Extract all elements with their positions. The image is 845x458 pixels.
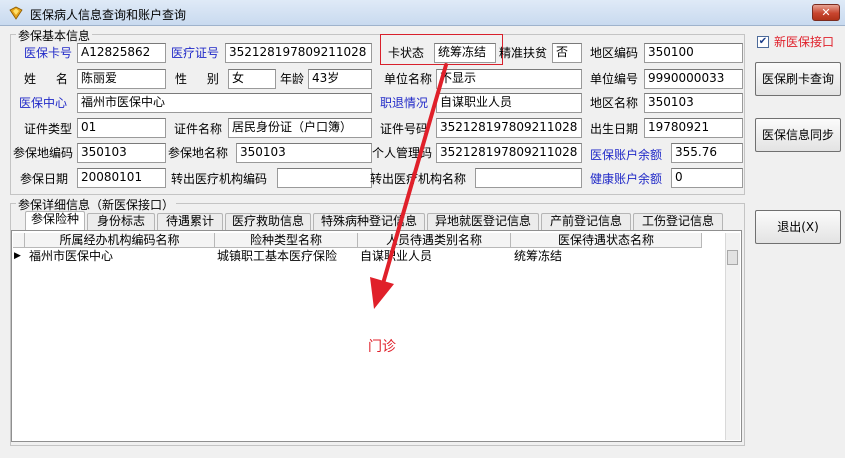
- gender-label: 性 别: [175, 72, 227, 86]
- out-code-field[interactable]: [277, 168, 372, 188]
- region-name-field[interactable]: 350103: [644, 93, 743, 113]
- ins-name-label: 参保地名称: [168, 146, 229, 160]
- unit-no-field[interactable]: 9990000033: [644, 69, 743, 89]
- card-no-label: 医保卡号: [24, 46, 73, 60]
- ins-name-field[interactable]: 350103: [236, 143, 372, 163]
- tab-identity-flag[interactable]: 身份标志: [87, 213, 155, 230]
- unit-no-label: 单位编号: [590, 72, 639, 86]
- cert-type-field[interactable]: 01: [77, 118, 166, 138]
- center-field[interactable]: 福州市医保中心: [77, 93, 372, 113]
- account-balance-field[interactable]: 355.76: [671, 143, 743, 163]
- tab-insurance-types[interactable]: 参保险种: [25, 211, 85, 230]
- tab-benefit-total[interactable]: 待遇累计: [157, 213, 223, 230]
- medical-id-label: 医疗证号: [171, 46, 220, 60]
- annotation-text: 门诊: [368, 339, 396, 355]
- grid-scrollbar-thumb[interactable]: [727, 250, 738, 265]
- account-balance-label: 医保账户余额: [590, 148, 663, 162]
- exit-button[interactable]: 退出(X): [755, 210, 841, 244]
- center-label: 医保中心: [19, 96, 68, 110]
- table-cell-benefit-status[interactable]: 统筹冻结: [514, 249, 699, 264]
- card-query-button[interactable]: 医保刷卡查询: [755, 62, 841, 96]
- row-marker: ▶: [14, 251, 21, 261]
- grid-header-benefit-status[interactable]: 医保待遇状态名称: [511, 233, 702, 248]
- name-field[interactable]: 陈丽爱: [77, 69, 166, 89]
- app-icon: [9, 6, 23, 20]
- region-code-field[interactable]: 350100: [644, 43, 743, 63]
- poverty-label: 精准扶贫: [499, 46, 548, 60]
- ins-code-label: 参保地编码: [13, 146, 74, 160]
- new-interface-checkbox[interactable]: ✔: [757, 36, 769, 48]
- region-code-label: 地区编码: [590, 46, 639, 60]
- grid-header-corner: [13, 233, 25, 248]
- grid-header-insurance-type[interactable]: 险种类型名称: [215, 233, 358, 248]
- table-cell-agency[interactable]: 福州市医保中心: [29, 249, 212, 264]
- out-code-label: 转出医疗机构编码: [171, 172, 268, 186]
- table-cell-insurance-type[interactable]: 城镇职工基本医疗保险: [217, 249, 357, 264]
- card-no-field[interactable]: A12825862: [77, 43, 166, 63]
- cert-name-label: 证件名称: [174, 122, 223, 136]
- poverty-field[interactable]: 否: [552, 43, 582, 63]
- birth-label: 出生日期: [590, 122, 639, 136]
- annotation-arrow: [370, 63, 448, 309]
- ins-date-field[interactable]: 20080101: [77, 168, 166, 188]
- health-balance-label: 健康账户余额: [590, 172, 663, 186]
- health-balance-field[interactable]: 0: [671, 168, 743, 188]
- cert-name-field[interactable]: 居民身份证（户口簿）: [228, 118, 372, 138]
- info-sync-button[interactable]: 医保信息同步: [755, 118, 841, 152]
- ins-code-field[interactable]: 350103: [77, 143, 166, 163]
- tab-medical-aid[interactable]: 医疗救助信息: [225, 213, 311, 230]
- window-title: 医保病人信息查询和账户查询: [30, 8, 187, 22]
- ins-date-label: 参保日期: [20, 172, 69, 186]
- age-label: 年龄: [280, 72, 305, 86]
- medical-id-field[interactable]: 352128197809211028: [225, 43, 372, 63]
- birth-field[interactable]: 19780921: [644, 118, 743, 138]
- gender-field[interactable]: 女: [228, 69, 276, 89]
- new-interface-label[interactable]: 新医保接口: [774, 35, 834, 49]
- basic-info-title: 参保基本信息: [16, 27, 93, 44]
- tab-work-injury[interactable]: 工伤登记信息: [633, 213, 723, 230]
- cert-type-label: 证件类型: [24, 122, 73, 136]
- grid-header-agency[interactable]: 所属经办机构编码名称: [25, 233, 215, 248]
- out-name-field[interactable]: [475, 168, 582, 188]
- name-label: 姓 名: [24, 72, 76, 86]
- region-name-label: 地区名称: [590, 96, 639, 110]
- tab-prenatal[interactable]: 产前登记信息: [541, 213, 631, 230]
- close-button[interactable]: ✕: [812, 4, 840, 21]
